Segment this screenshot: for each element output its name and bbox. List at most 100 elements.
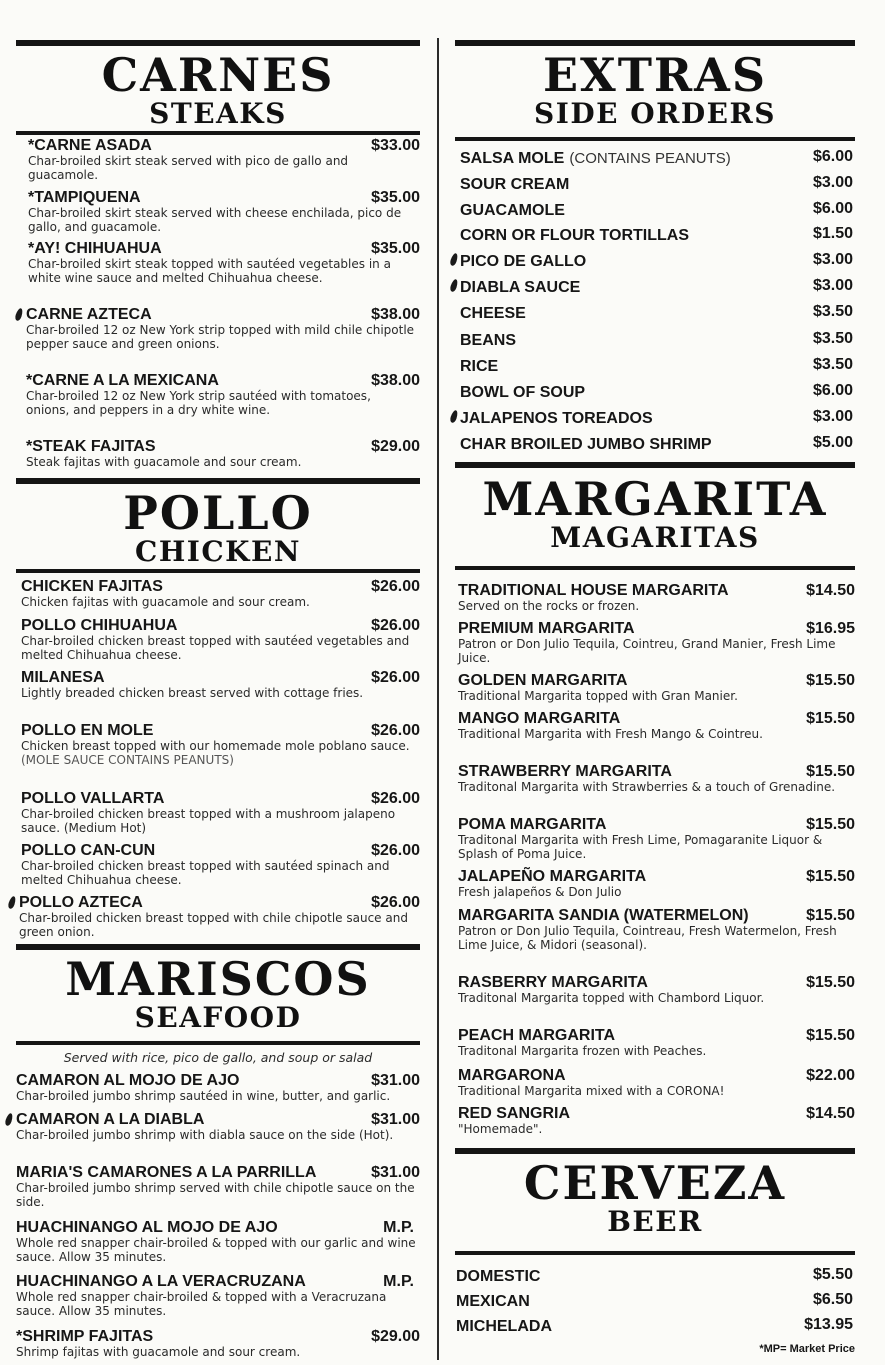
- chili-pepper-icon: [449, 409, 459, 424]
- item-name: MANGO MARGARITA: [458, 710, 621, 727]
- beer-domestic: DOMESTIC $5.50: [456, 1266, 855, 1288]
- item-price: $15.50: [806, 672, 855, 689]
- item-name: POLLO CHIHUAHUA: [21, 617, 178, 634]
- item-description: Patron or Don Julio Tequila, Cointreu, G…: [458, 637, 836, 665]
- menu-item-carne-a-la-mexicana: *CARNE A LA MEXICANA $38.00 Char-broiled…: [26, 372, 420, 417]
- item-description: Char-broiled jumbo shrimp served with ch…: [16, 1181, 415, 1209]
- item-name: *SHRIMP FAJITAS: [16, 1328, 154, 1345]
- margarita-title: MARGARITA: [482, 472, 828, 526]
- item-price: $3.50: [812, 330, 853, 347]
- item-description: Chicken fajitas with guacamole and sour …: [21, 595, 310, 609]
- item-price: M.P.: [383, 1219, 414, 1236]
- item-name: JALAPENOS TOREADOS: [460, 410, 653, 427]
- item-name: *TAMPIQUENA: [28, 189, 141, 206]
- item-price: $6.00: [812, 148, 853, 165]
- section-rule: [455, 566, 855, 570]
- item-price: $13.95: [804, 1316, 853, 1333]
- extra-item-guacamole: GUACAMOLE $6.00: [460, 200, 855, 222]
- cerveza-heading: CERVEZA BEER: [455, 1160, 855, 1236]
- item-description: Traditonal Margarita frozen with Peaches…: [458, 1044, 707, 1058]
- extra-item-bowl-of-soup: BOWL OF SOUP $6.00: [460, 382, 855, 404]
- section-rule: [16, 569, 420, 573]
- item-name: CARNE AZTECA: [26, 306, 152, 323]
- item-price: $35.00: [371, 240, 420, 257]
- item-description: Char-broiled chicken breast topped with …: [21, 807, 396, 835]
- item-description: Traditional Margarita mixed with a CORON…: [458, 1084, 725, 1098]
- item-price: $3.00: [812, 277, 853, 294]
- item-name: GOLDEN MARGARITA: [458, 672, 628, 689]
- item-name: GUACAMOLE: [460, 202, 565, 219]
- extra-item-rice: RICE $3.50: [460, 356, 855, 378]
- chili-pepper-icon: [14, 307, 24, 322]
- menu-item-chicken-fajitas: CHICKEN FAJITAS $26.00 Chicken fajitas w…: [21, 578, 420, 609]
- item-description: Whole red snapper chair-broiled & topped…: [16, 1236, 416, 1264]
- margarita-strawberry: STRAWBERRY MARGARITA $15.50 Traditonal M…: [458, 763, 855, 794]
- item-name: *AY! CHIHUAHUA: [28, 240, 162, 257]
- item-price: $15.50: [806, 763, 855, 780]
- menu-item-shrimp-fajitas: *SHRIMP FAJITAS $29.00 Shrimp fajitas wi…: [16, 1328, 420, 1359]
- menu-item-pollo-can-cun: POLLO CAN-CUN $26.00 Char-broiled chicke…: [21, 842, 420, 887]
- section-rule: [16, 478, 420, 484]
- margarita-heading: MARGARITA MAGARITAS: [455, 476, 855, 552]
- item-price: $33.00: [371, 137, 420, 154]
- item-price: $31.00: [371, 1164, 420, 1181]
- menu-item-pollo-azteca: POLLO AZTECA $26.00 Char-broiled chicken…: [7, 894, 420, 939]
- chili-pepper-icon: [449, 252, 459, 267]
- margarita-sandia: MARGARITA SANDIA (WATERMELON) $15.50 Pat…: [458, 907, 855, 952]
- section-rule: [455, 1148, 855, 1154]
- allergen-note: (MOLE SAUCE CONTAINS PEANUTS): [21, 753, 234, 767]
- item-price: $26.00: [371, 617, 420, 634]
- item-price: $15.50: [806, 710, 855, 727]
- item-name: HUACHINANGO A LA VERACRUZANA: [16, 1273, 306, 1290]
- menu-item-huachinango-veracruzana: HUACHINANGO A LA VERACRUZANA M.P. Whole …: [16, 1273, 420, 1318]
- chili-pepper-icon: [449, 278, 459, 293]
- item-description: Char-broiled jumbo shrimp sautéed in win…: [16, 1089, 391, 1103]
- item-price: $26.00: [371, 842, 420, 859]
- item-name: CAMARON AL MOJO DE AJO: [16, 1072, 240, 1089]
- item-name: SOUR CREAM: [460, 176, 570, 193]
- item-price: $5.00: [812, 434, 853, 451]
- menu-item-camaron-a-la-diabla: CAMARON A LA DIABLA $31.00 Char-broiled …: [4, 1111, 420, 1142]
- carnes-heading: CARNES STEAKS: [16, 52, 420, 128]
- menu-item-tampiquena: *TAMPIQUENA $35.00 Char-broiled skirt st…: [28, 189, 420, 234]
- item-price: $26.00: [371, 790, 420, 807]
- item-name: BEANS: [460, 332, 517, 349]
- extra-item-cheese: CHEESE $3.50: [460, 303, 855, 325]
- item-name: RASBERRY MARGARITA: [458, 974, 648, 991]
- item-description: Char-broiled 12 oz New York strip topped…: [26, 323, 415, 351]
- item-description: Served on the rocks or frozen.: [458, 599, 640, 613]
- margarita-poma: POMA MARGARITA $15.50 Traditonal Margari…: [458, 816, 855, 861]
- section-rule: [16, 40, 420, 46]
- item-description: Traditional Margarita with Fresh Mango &…: [458, 727, 763, 741]
- mariscos-heading: MARISCOS SEAFOOD: [16, 956, 420, 1032]
- extra-item-tortillas: CORN OR FLOUR TORTILLAS $1.50: [460, 225, 855, 247]
- item-description: Shrimp fajitas with guacamole and sour c…: [16, 1345, 301, 1359]
- item-name: RED SANGRIA: [458, 1105, 571, 1122]
- item-name: *CARNE ASADA: [28, 137, 152, 154]
- item-price: $38.00: [371, 306, 420, 323]
- beer-mexican: MEXICAN $6.50: [456, 1291, 855, 1313]
- item-price: $15.50: [806, 974, 855, 991]
- beer-michelada: MICHELADA $13.95: [456, 1316, 855, 1338]
- item-name: POLLO AZTECA: [19, 894, 143, 911]
- margarita-jalapeno: JALAPEÑO MARGARITA $15.50 Fresh jalapeño…: [458, 868, 855, 899]
- extra-item-jalapenos-toreados: JALAPENOS TOREADOS $3.00: [449, 408, 855, 430]
- item-name: PREMIUM MARGARITA: [458, 620, 635, 637]
- item-price: $14.50: [806, 1105, 855, 1122]
- menu-item-ay-chihuahua: *AY! CHIHUAHUA $35.00 Char-broiled skirt…: [28, 240, 420, 285]
- item-name: POLLO EN MOLE: [21, 722, 154, 739]
- item-name: RICE: [460, 358, 499, 375]
- item-name: SALSA MOLE: [460, 150, 565, 167]
- item-price: $26.00: [371, 669, 420, 686]
- extras-heading: EXTRAS SIDE ORDERS: [455, 52, 855, 128]
- item-name: *STEAK FAJITAS: [26, 438, 156, 455]
- mariscos-title: MARISCOS: [65, 952, 371, 1006]
- item-price: $38.00: [371, 372, 420, 389]
- item-name: MILANESA: [21, 669, 105, 686]
- section-rule: [455, 40, 855, 46]
- item-description: Char-broiled chicken breast topped with …: [21, 634, 410, 662]
- item-description: Fresh jalapeños & Don Julio: [458, 885, 622, 899]
- item-price: $3.50: [812, 303, 853, 320]
- column-divider: [437, 38, 439, 1360]
- allergen-note: (CONTAINS PEANUTS): [569, 150, 731, 167]
